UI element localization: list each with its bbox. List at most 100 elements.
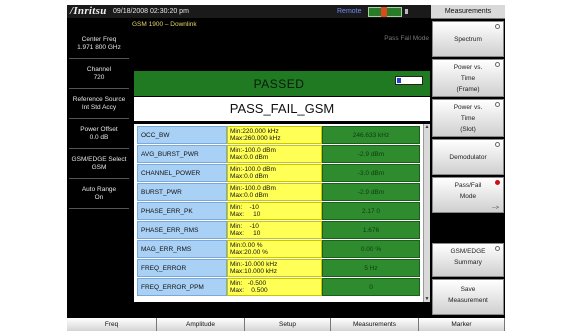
save-measurement-button[interactable]: Save Measurement xyxy=(432,279,504,315)
divider xyxy=(69,118,129,119)
status-bar: /Inritsu 09/18/2008 02:30:20 pm Remote xyxy=(67,5,431,18)
pass-fail-mode-button[interactable]: Pass/Fail Mode --> xyxy=(432,177,504,213)
remote-indicator-icon xyxy=(368,7,402,17)
button-label: Power vs. xyxy=(453,64,483,71)
results-table: OCC_BW Min:220.000 kHz Max:260.000 kHz 2… xyxy=(134,124,430,302)
result-cell: 0 xyxy=(322,278,420,296)
limits-cell: Min:-100.0 dBm Max:0.0 dBm xyxy=(227,164,322,182)
result-cell: -2.9 dBm xyxy=(322,183,420,201)
result-cell: 0.00 % xyxy=(322,240,420,258)
divider xyxy=(69,208,129,209)
table-row: PHASE_ERR_RMS Min: -10 Max: 10 1.676 xyxy=(134,221,424,240)
divider xyxy=(69,178,129,179)
table-row: OCC_BW Min:220.000 kHz Max:260.000 kHz 2… xyxy=(134,126,424,145)
table-row: CHANNEL_POWER Min:-100.0 dBm Max:0.0 dBm… xyxy=(134,164,424,183)
amplitude-menu-button[interactable]: Amplitude xyxy=(157,318,245,331)
test-name-cell: BURST_PWR xyxy=(137,183,227,201)
table-row: MAG_ERR_RMS Min:0.00 % Max:20.00 % 0.00 … xyxy=(134,240,424,259)
button-label: (Frame) xyxy=(456,86,480,93)
instrument-screen: /Inritsu 09/18/2008 02:30:20 pm Remote C… xyxy=(67,5,505,331)
scroll-up-icon[interactable]: ▲ xyxy=(424,124,430,130)
limits-cell: Min:-100.0 dBm Max:0.0 dBm xyxy=(227,183,322,201)
test-title-bar: PASS_FAIL_GSM xyxy=(134,97,430,121)
result-cell: 246.633 kHz xyxy=(322,126,420,144)
pass-status-text: PASSED xyxy=(253,77,305,91)
limits-cell: Min:-10.000 kHz Max:10.000 kHz xyxy=(227,259,322,277)
limits-cell: Min:0.00 % Max:20.00 % xyxy=(227,240,322,258)
result-cell: 1.676 xyxy=(322,221,420,239)
divider xyxy=(69,88,129,89)
radio-indicator-icon xyxy=(495,246,500,251)
anritsu-logo: /Inritsu xyxy=(70,5,107,17)
radio-indicator-icon xyxy=(495,102,500,107)
param-value: Int Std Accy xyxy=(81,104,117,111)
param-channel: Channel 720 xyxy=(67,66,131,82)
table-row: PHASE_ERR_PK Min: -10 Max: 10 2.17 0 xyxy=(134,202,424,221)
result-cell: -2.9 dBm xyxy=(322,145,420,163)
parameter-panel: Center Freq 1.971 800 GHz Channel 720 Re… xyxy=(67,18,131,318)
test-name-cell: FREQ_ERROR xyxy=(137,259,227,277)
param-value: GSM xyxy=(91,164,107,171)
datetime: 09/18/2008 02:30:20 pm xyxy=(113,8,189,15)
measurement-display: GSM 1900 – Downlink Pass Fail Mode PASSE… xyxy=(131,18,431,318)
limits-cell: Min:-100.0 dBm Max:0.0 dBm xyxy=(227,145,322,163)
bottom-menu-bar: Freq Amplitude Setup Measurements Marker xyxy=(67,318,505,331)
freq-menu-button[interactable]: Freq xyxy=(67,318,157,331)
param-value: On xyxy=(94,194,104,201)
test-name-cell: MAG_ERR_RMS xyxy=(137,240,227,258)
power-vs-time-slot-button[interactable]: Power vs. Time (Slot) xyxy=(432,99,504,137)
radio-indicator-icon xyxy=(495,24,500,29)
param-label: Center Freq xyxy=(81,36,117,43)
spectrum-button[interactable]: Spectrum xyxy=(432,21,504,57)
divider xyxy=(69,58,129,59)
marker-menu-button[interactable]: Marker xyxy=(419,318,505,331)
button-label: Spectrum xyxy=(454,36,482,43)
softkey-menu: Measurements Spectrum Power vs. Time (Fr… xyxy=(431,5,505,318)
param-value: 1.971 800 GHz xyxy=(77,44,121,51)
button-label: Measurement xyxy=(448,297,488,304)
mode-label: Pass Fail Mode xyxy=(384,35,429,42)
param-label: GSM/EDGE Select xyxy=(71,156,127,163)
scroll-down-icon[interactable]: ▼ xyxy=(424,296,430,302)
param-gsm-edge-select: GSM/EDGE Select GSM xyxy=(67,156,131,172)
button-label: GSM/EDGE xyxy=(450,248,486,255)
param-power-offset: Power Offset 0.0 dB xyxy=(67,126,131,142)
gsm-edge-summary-button[interactable]: GSM/EDGE Summary xyxy=(432,243,504,277)
param-label: Channel xyxy=(86,66,112,73)
test-name-cell: OCC_BW xyxy=(137,126,227,144)
power-vs-time-frame-button[interactable]: Power vs. Time (Frame) xyxy=(432,59,504,97)
result-cell: 5 Hz xyxy=(322,259,420,277)
button-label: Demodulator xyxy=(449,154,487,161)
table-row: FREQ_ERROR Min:-10.000 kHz Max:10.000 kH… xyxy=(134,259,424,278)
param-reference-source: Reference Source Int Std Accy xyxy=(67,96,131,112)
demodulator-button[interactable]: Demodulator xyxy=(432,139,504,175)
param-label: Reference Source xyxy=(72,96,126,103)
limits-cell: Min:220.000 kHz Max:260.000 kHz xyxy=(227,126,322,144)
test-title: PASS_FAIL_GSM xyxy=(229,101,335,116)
limits-cell: Min: -0.500 Max: 0.500 xyxy=(227,278,322,296)
limits-cell: Min: -10 Max: 10 xyxy=(227,221,322,239)
table-scrollbar[interactable]: ▲ ▼ xyxy=(423,124,430,302)
standard-label: GSM 1900 – Downlink xyxy=(132,21,197,28)
button-label: Power vs. xyxy=(453,104,483,111)
param-label: Power Offset xyxy=(80,126,118,133)
test-name-cell: CHANNEL_POWER xyxy=(137,164,227,182)
test-name-cell: PHASE_ERR_PK xyxy=(137,202,227,220)
setup-menu-button[interactable]: Setup xyxy=(245,318,331,331)
param-value: 720 xyxy=(93,74,105,81)
divider xyxy=(69,148,129,149)
result-cell: -3.0 dBm xyxy=(322,164,420,182)
button-label: Summary xyxy=(454,259,482,266)
radio-selected-icon xyxy=(495,180,500,185)
button-label: (Slot) xyxy=(460,126,476,133)
battery-icon xyxy=(405,9,408,14)
test-name-cell: FREQ_ERROR_PPM xyxy=(137,278,227,296)
submenu-arrow-icon: --> xyxy=(492,205,499,211)
measurements-menu-button[interactable]: Measurements xyxy=(331,318,419,331)
menu-title: Measurements xyxy=(431,5,505,19)
button-label: Mode xyxy=(459,193,477,200)
button-label: Time xyxy=(460,75,476,82)
limits-cell: Min: -10 Max: 10 xyxy=(227,202,322,220)
pass-status-banner: PASSED xyxy=(134,71,430,96)
button-label: Time xyxy=(460,115,476,122)
